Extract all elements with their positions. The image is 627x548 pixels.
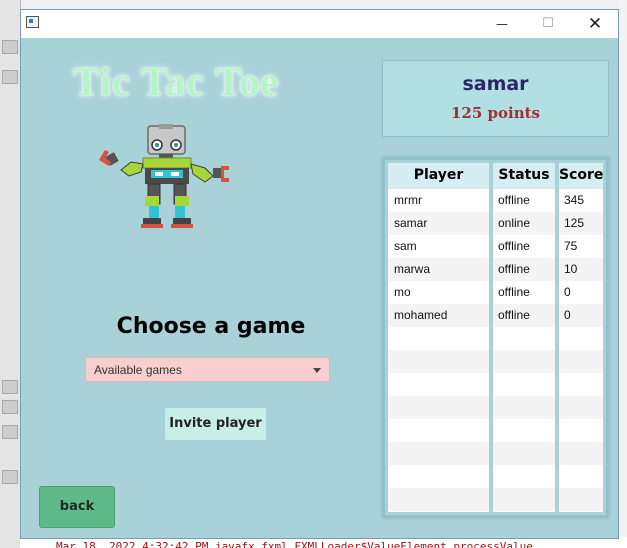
table-header: Player Status Score xyxy=(388,163,603,189)
cell-status: offline xyxy=(498,262,530,276)
main-content: Tic Tac Toe samar 125 points Choose a ga… xyxy=(21,38,618,538)
cell-score: 0 xyxy=(564,285,571,299)
table-row xyxy=(388,396,603,419)
app-window-icon xyxy=(26,16,39,28)
cell-status: online xyxy=(498,216,531,230)
background-icon xyxy=(2,425,18,439)
title-bar: — ☐ ✕ xyxy=(21,10,618,38)
cell-player: sam xyxy=(394,239,417,253)
background-icon xyxy=(2,380,18,394)
table-row[interactable]: sam offline 75 xyxy=(388,235,603,258)
chevron-down-icon xyxy=(313,368,321,373)
choose-game-label: Choose a game xyxy=(116,314,306,339)
players-table-frame: Player Status Score mrmr offline 345 samar o… xyxy=(382,157,609,518)
user-info-card: samar 125 points xyxy=(382,60,609,137)
column-header-player[interactable]: Player xyxy=(388,163,489,189)
background-icon xyxy=(2,70,18,84)
column-header-status[interactable]: Status xyxy=(493,163,555,189)
background-icon xyxy=(2,470,18,484)
cell-player: marwa xyxy=(394,262,431,276)
select-value: Available games xyxy=(94,363,182,377)
cell-status: offline xyxy=(498,285,530,299)
available-games-select[interactable]: Available games xyxy=(85,357,330,382)
cell-player: mrmr xyxy=(394,193,422,207)
cell-score: 125 xyxy=(564,216,585,230)
robot-icon xyxy=(99,124,229,228)
background-icon xyxy=(2,400,18,414)
minimize-button[interactable]: — xyxy=(479,10,525,38)
table-row[interactable]: mrmr offline 345 xyxy=(388,189,603,212)
user-name: samar xyxy=(462,73,529,95)
maximize-button[interactable]: ☐ xyxy=(525,10,571,38)
table-row xyxy=(388,419,603,442)
cell-player: mohamed xyxy=(394,308,448,322)
app-window: — ☐ ✕ Tic Tac Toe samar 125 points Choos… xyxy=(20,9,619,539)
background-ide-panel xyxy=(0,0,21,548)
column-divider xyxy=(489,163,493,512)
table-row xyxy=(388,488,603,511)
table-row[interactable]: mo offline 0 xyxy=(388,281,603,304)
user-points: 125 points xyxy=(450,104,540,122)
cell-score: 345 xyxy=(564,193,585,207)
cell-player: mo xyxy=(394,285,411,299)
background-ide-edge xyxy=(618,0,627,548)
close-button[interactable]: ✕ xyxy=(572,10,618,38)
column-divider xyxy=(555,163,559,512)
table-row[interactable]: marwa offline 10 xyxy=(388,258,603,281)
table-row xyxy=(388,465,603,488)
table-row xyxy=(388,350,603,373)
game-title: Tic Tac Toe xyxy=(73,59,279,104)
back-button[interactable]: back xyxy=(39,486,115,528)
cell-status: offline xyxy=(498,308,530,322)
players-table[interactable]: Player Status Score mrmr offline 345 samar o… xyxy=(388,163,603,512)
cell-status: offline xyxy=(498,239,530,253)
column-header-score[interactable]: Score xyxy=(559,163,603,189)
table-row xyxy=(388,373,603,396)
cell-status: offline xyxy=(498,193,530,207)
cell-score: 75 xyxy=(564,239,578,253)
cell-score: 10 xyxy=(564,262,578,276)
console-log-line: Mar 18, 2022 4:32:42 PM javafx.fxml.FXML… xyxy=(56,540,533,548)
table-row[interactable]: mohamed offline 0 xyxy=(388,304,603,327)
cell-score: 0 xyxy=(564,308,571,322)
table-row xyxy=(388,327,603,350)
cell-player: samar xyxy=(394,216,428,230)
table-row xyxy=(388,442,603,465)
invite-player-button[interactable]: Invite player xyxy=(165,408,266,440)
background-icon xyxy=(2,40,18,54)
table-row[interactable]: samar online 125 xyxy=(388,212,603,235)
